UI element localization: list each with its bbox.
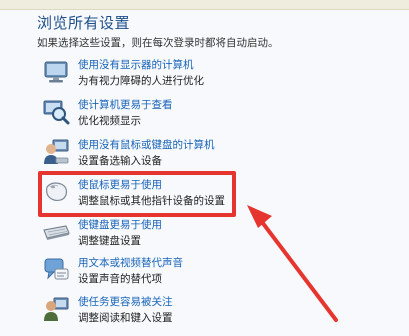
setting-item-text-video-for-sound[interactable]: 用文本或视频替代声音 设置声音的替代项 xyxy=(40,253,340,293)
user-monitor-icon xyxy=(42,295,70,323)
setting-item-focus-tasks[interactable]: 使任务更容易被关注 调整阅读和键入设置 xyxy=(40,292,340,332)
monitor-icon xyxy=(42,58,70,86)
highlight-box xyxy=(38,171,236,217)
setting-item-keyboard-easier[interactable]: 使键盘更易于使用 调整键盘设置 xyxy=(40,215,340,255)
keyboard-icon xyxy=(42,218,70,246)
setting-description: 调整键盘设置 xyxy=(78,235,141,247)
setting-link[interactable]: 使键盘更易于使用 xyxy=(78,217,162,232)
magnifier-icon xyxy=(42,98,70,126)
setting-description: 优化视频显示 xyxy=(78,115,141,127)
page-subtitle: 如果选择这些设置，则在每次登录时都将自动启动。 xyxy=(37,37,279,49)
setting-description: 设置备选输入设备 xyxy=(78,155,162,167)
setting-link[interactable]: 使任务更容易被关注 xyxy=(78,294,173,309)
top-bar xyxy=(0,0,409,10)
setting-description: 设置声音的替代项 xyxy=(78,273,162,285)
setting-link[interactable]: 用文本或视频替代声音 xyxy=(78,255,183,270)
speech-bubble-icon xyxy=(42,256,70,284)
setting-link[interactable]: 使用没有显示器的计算机 xyxy=(78,57,194,72)
page-title: 浏览所有设置 xyxy=(37,14,131,32)
setting-item-no-display[interactable]: 使用没有显示器的计算机 为有视力障碍的人进行优化 xyxy=(40,55,340,95)
setting-link[interactable]: 使用没有鼠标或键盘的计算机 xyxy=(78,137,215,152)
setting-link[interactable]: 使计算机更易于查看 xyxy=(78,97,173,112)
setting-description: 为有视力障碍的人进行优化 xyxy=(78,75,204,87)
setting-description: 调整阅读和键入设置 xyxy=(78,312,173,324)
setting-item-easier-to-see[interactable]: 使计算机更易于查看 优化视频显示 xyxy=(40,95,340,135)
setting-item-no-mouse-keyboard[interactable]: 使用没有鼠标或键盘的计算机 设置备选输入设备 xyxy=(40,135,340,175)
user-keyboard-icon xyxy=(42,138,70,166)
